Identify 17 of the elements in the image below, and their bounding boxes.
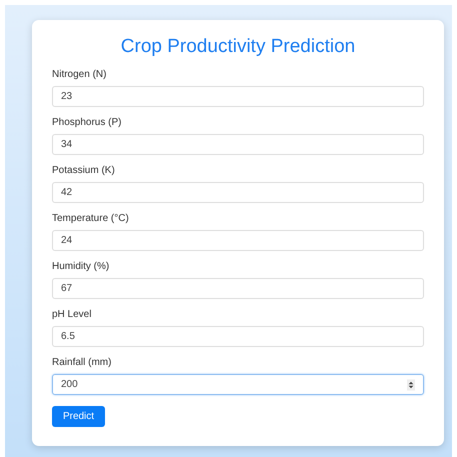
field-label: Humidity (%) bbox=[52, 261, 110, 273]
field-label: Temperature (°C) bbox=[52, 213, 130, 225]
input-field[interactable]: 200 bbox=[52, 374, 424, 395]
form-title: Crop Productivity Prediction bbox=[120, 35, 356, 59]
field-label: pH Level bbox=[52, 309, 92, 321]
input-field[interactable]: 24 bbox=[52, 230, 424, 251]
spinner-icon[interactable] bbox=[407, 378, 415, 390]
input-field[interactable]: 23 bbox=[52, 86, 424, 107]
input-field[interactable]: 34 bbox=[52, 134, 424, 155]
field-label: Potassium (K) bbox=[52, 165, 116, 177]
input-field[interactable]: 6.5 bbox=[52, 326, 424, 347]
field-label: Phosphorus (P) bbox=[52, 117, 122, 129]
field-label: Nitrogen (N) bbox=[52, 69, 108, 81]
field-label: Rainfall (mm) bbox=[52, 357, 112, 369]
input-field[interactable]: 67 bbox=[52, 278, 424, 299]
predict-button[interactable]: Predict bbox=[52, 406, 105, 427]
input-field[interactable]: 42 bbox=[52, 182, 424, 203]
